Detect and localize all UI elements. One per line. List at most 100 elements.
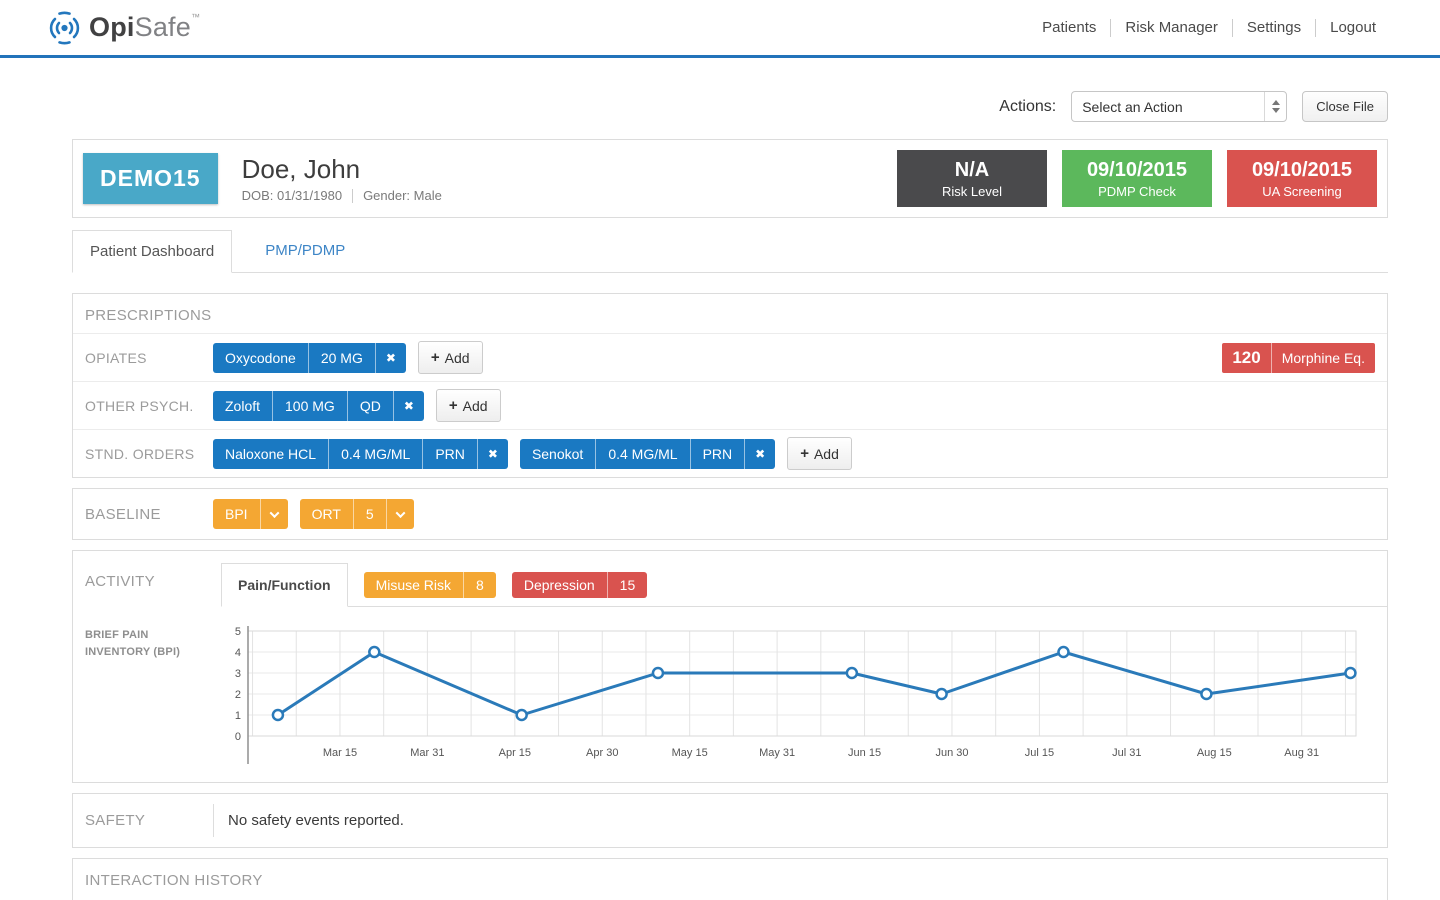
morphine-equivalent-badge: 120 Morphine Eq. xyxy=(1222,342,1375,373)
svg-text:Aug 31: Aug 31 xyxy=(1284,747,1319,759)
svg-text:Jul 15: Jul 15 xyxy=(1025,747,1054,759)
add-medication-button[interactable]: + Add xyxy=(435,389,501,422)
stat-label: UA Screening xyxy=(1262,183,1342,199)
add-button-label: Add xyxy=(462,397,488,414)
remove-icon[interactable]: ✖ xyxy=(744,438,775,469)
stat-value: N/A xyxy=(954,158,990,181)
brand-name: OpiSafe™ xyxy=(89,12,200,43)
patient-info: Doe, John DOB: 01/31/1980 Gender: Male xyxy=(242,154,882,203)
plus-icon: + xyxy=(430,349,440,366)
add-button-label: Add xyxy=(444,349,470,366)
svg-text:0: 0 xyxy=(235,731,241,743)
svg-text:May 31: May 31 xyxy=(759,747,795,759)
brand-trademark: ™ xyxy=(190,12,201,22)
activity-tab-score: 8 xyxy=(463,571,496,598)
svg-text:5: 5 xyxy=(235,626,241,638)
stat-value: 09/10/2015 xyxy=(1086,158,1188,181)
stat-label: Risk Level xyxy=(942,183,1002,199)
main-tabs: Patient Dashboard PMP/PDMP xyxy=(72,230,1388,273)
patient-gender: Gender: Male xyxy=(363,188,442,203)
prescription-row-opiates: OPIATES Oxycodone 20 MG ✖ + Add 120 Morphine Eq… xyxy=(73,333,1387,381)
patient-stats: N/A Risk Level 09/10/2015 PDMP Check 09/10/2… xyxy=(882,150,1377,207)
prescription-row-stnd-orders: STND. ORDERS Naloxone HCL 0.4 MG/ML PRN ✖ Sen… xyxy=(73,429,1387,477)
svg-text:May 15: May 15 xyxy=(672,747,708,759)
medication-pill-oxycodone-segment: Oxycodone xyxy=(225,349,296,366)
medication-pill-zoloft: Zoloft 100 MG QD ✖ xyxy=(213,390,424,421)
chart-label: BRIEF PAIN INVENTORY (BPI) xyxy=(85,629,181,659)
prescription-row-label: STND. ORDERS xyxy=(85,445,195,462)
brand: OpiSafe™ xyxy=(46,11,200,45)
medication-pill-naloxone-hcl-segment: Naloxone HCL xyxy=(225,445,317,462)
patient-id-badge: DEMO15 xyxy=(83,153,218,204)
patient-demographics: DOB: 01/31/1980 Gender: Male xyxy=(242,188,882,203)
divider xyxy=(352,188,354,203)
nav-link-settings[interactable]: Settings xyxy=(1233,19,1315,36)
close-file-button[interactable]: Close File xyxy=(1302,91,1388,122)
activity-tab-misuse-risk[interactable]: Misuse Risk 8 xyxy=(363,571,496,598)
bpi-line-chart: Mar 15 Mar 31 Apr 15 Apr 30 May 15 May 31 Jun … xyxy=(235,626,1357,764)
baseline-pill-segment: ORT xyxy=(311,506,341,522)
morphine-equivalent-value: 120 xyxy=(1232,347,1261,367)
activity-tab-pain-function[interactable]: Pain/Function xyxy=(221,563,348,607)
patient-name: Doe, John xyxy=(241,154,361,184)
interaction-history-title: INTERACTION HISTORY xyxy=(85,872,263,889)
stat-label: PDMP Check xyxy=(1098,183,1176,199)
baseline-title: BASELINE xyxy=(85,505,161,523)
safety-section: SAFETY No safety events reported. xyxy=(72,793,1388,848)
chevron-shape xyxy=(395,507,406,518)
add-medication-button[interactable]: + Add xyxy=(417,341,483,374)
actions-label: Actions: xyxy=(999,97,1057,115)
medication-pill-senokot-segment: Senokot xyxy=(531,445,584,462)
baseline-row: BASELINE BPI ORT 5 xyxy=(73,489,1387,539)
activity-tab-depression[interactable]: Depression 15 xyxy=(511,571,648,598)
svg-text:4: 4 xyxy=(235,647,241,659)
remove-icon[interactable]: ✖ xyxy=(392,390,424,421)
patient-dob: DOB: 01/31/1980 xyxy=(241,188,343,203)
add-button-label: Add xyxy=(813,445,839,462)
baseline-pill-segment: BPI xyxy=(225,506,248,522)
remove-icon[interactable]: ✖ xyxy=(374,342,406,373)
medication-pill-zoloft-segment: 100 MG xyxy=(272,390,347,421)
prescriptions-title: PRESCRIPTIONS xyxy=(85,307,212,324)
stat-ua-screening: 09/10/2015 UA Screening xyxy=(1227,150,1377,207)
medication-pill-zoloft-segment: QD xyxy=(346,390,393,421)
stat-value: 09/10/2015 xyxy=(1251,158,1353,181)
safety-title: SAFETY xyxy=(85,812,146,829)
tab-patient-dashboard[interactable]: Patient Dashboard xyxy=(72,230,233,273)
nav-link-patients[interactable]: Patients xyxy=(1028,19,1110,36)
prescriptions-section: PRESCRIPTIONS OPIATES Oxycodone 20 MG ✖ + Add… xyxy=(72,293,1388,478)
nav-link-risk-manager[interactable]: Risk Manager xyxy=(1111,19,1232,36)
svg-text:Mar 15: Mar 15 xyxy=(323,747,357,759)
svg-text:2: 2 xyxy=(235,689,241,701)
activity-tabs: Pain/Function Misuse Risk 8 Depression 15 xyxy=(221,563,1387,607)
baseline-section: BASELINE BPI ORT 5 xyxy=(72,488,1388,540)
svg-text:Jul 31: Jul 31 xyxy=(1112,747,1141,759)
remove-icon[interactable]: ✖ xyxy=(476,438,508,469)
chevron-down-icon[interactable] xyxy=(385,499,414,529)
medication-pill-senokot-segment: 0.4 MG/ML xyxy=(595,438,689,469)
medication-pill-zoloft-segment: Zoloft xyxy=(225,397,261,414)
svg-text:Jun 30: Jun 30 xyxy=(935,747,968,759)
baseline-pill-bpi[interactable]: BPI xyxy=(213,499,288,529)
patient-header-card: DEMO15 Doe, John DOB: 01/31/1980 Gender:… xyxy=(72,139,1388,218)
activity-tab-label: Depression xyxy=(523,576,595,593)
prescription-row-other-psych: OTHER PSYCH. Zoloft 100 MG QD ✖ + Add xyxy=(73,381,1387,429)
add-medication-button[interactable]: + Add xyxy=(787,437,852,470)
svg-text:Jun 15: Jun 15 xyxy=(848,747,881,759)
baseline-pills: BPI ORT 5 xyxy=(213,499,426,529)
chevron-down-icon[interactable] xyxy=(259,499,288,529)
baseline-pill-ort[interactable]: ORT 5 xyxy=(299,499,414,529)
nav-link-logout[interactable]: Logout xyxy=(1316,19,1390,36)
interaction-history-section: INTERACTION HISTORY Date/Time Interactio… xyxy=(72,858,1388,900)
action-select-value: Select an Action xyxy=(1082,98,1183,115)
activity-title: ACTIVITY xyxy=(85,573,155,590)
medication-pill-naloxone-hcl-segment: PRN xyxy=(422,438,477,469)
tab-pmp-pdmp[interactable]: PMP/PDMP xyxy=(248,230,362,273)
action-select[interactable]: Select an Action xyxy=(1071,91,1288,122)
stat-pdmp-check: 09/10/2015 PDMP Check xyxy=(1062,150,1212,207)
medication-pill-naloxone-hcl: Naloxone HCL 0.4 MG/ML PRN ✖ xyxy=(213,438,508,469)
plus-icon: + xyxy=(448,397,458,414)
plus-icon: + xyxy=(800,445,809,462)
prescription-row-label: OPIATES xyxy=(85,349,147,366)
safety-row: SAFETY No safety events reported. xyxy=(73,794,1387,847)
